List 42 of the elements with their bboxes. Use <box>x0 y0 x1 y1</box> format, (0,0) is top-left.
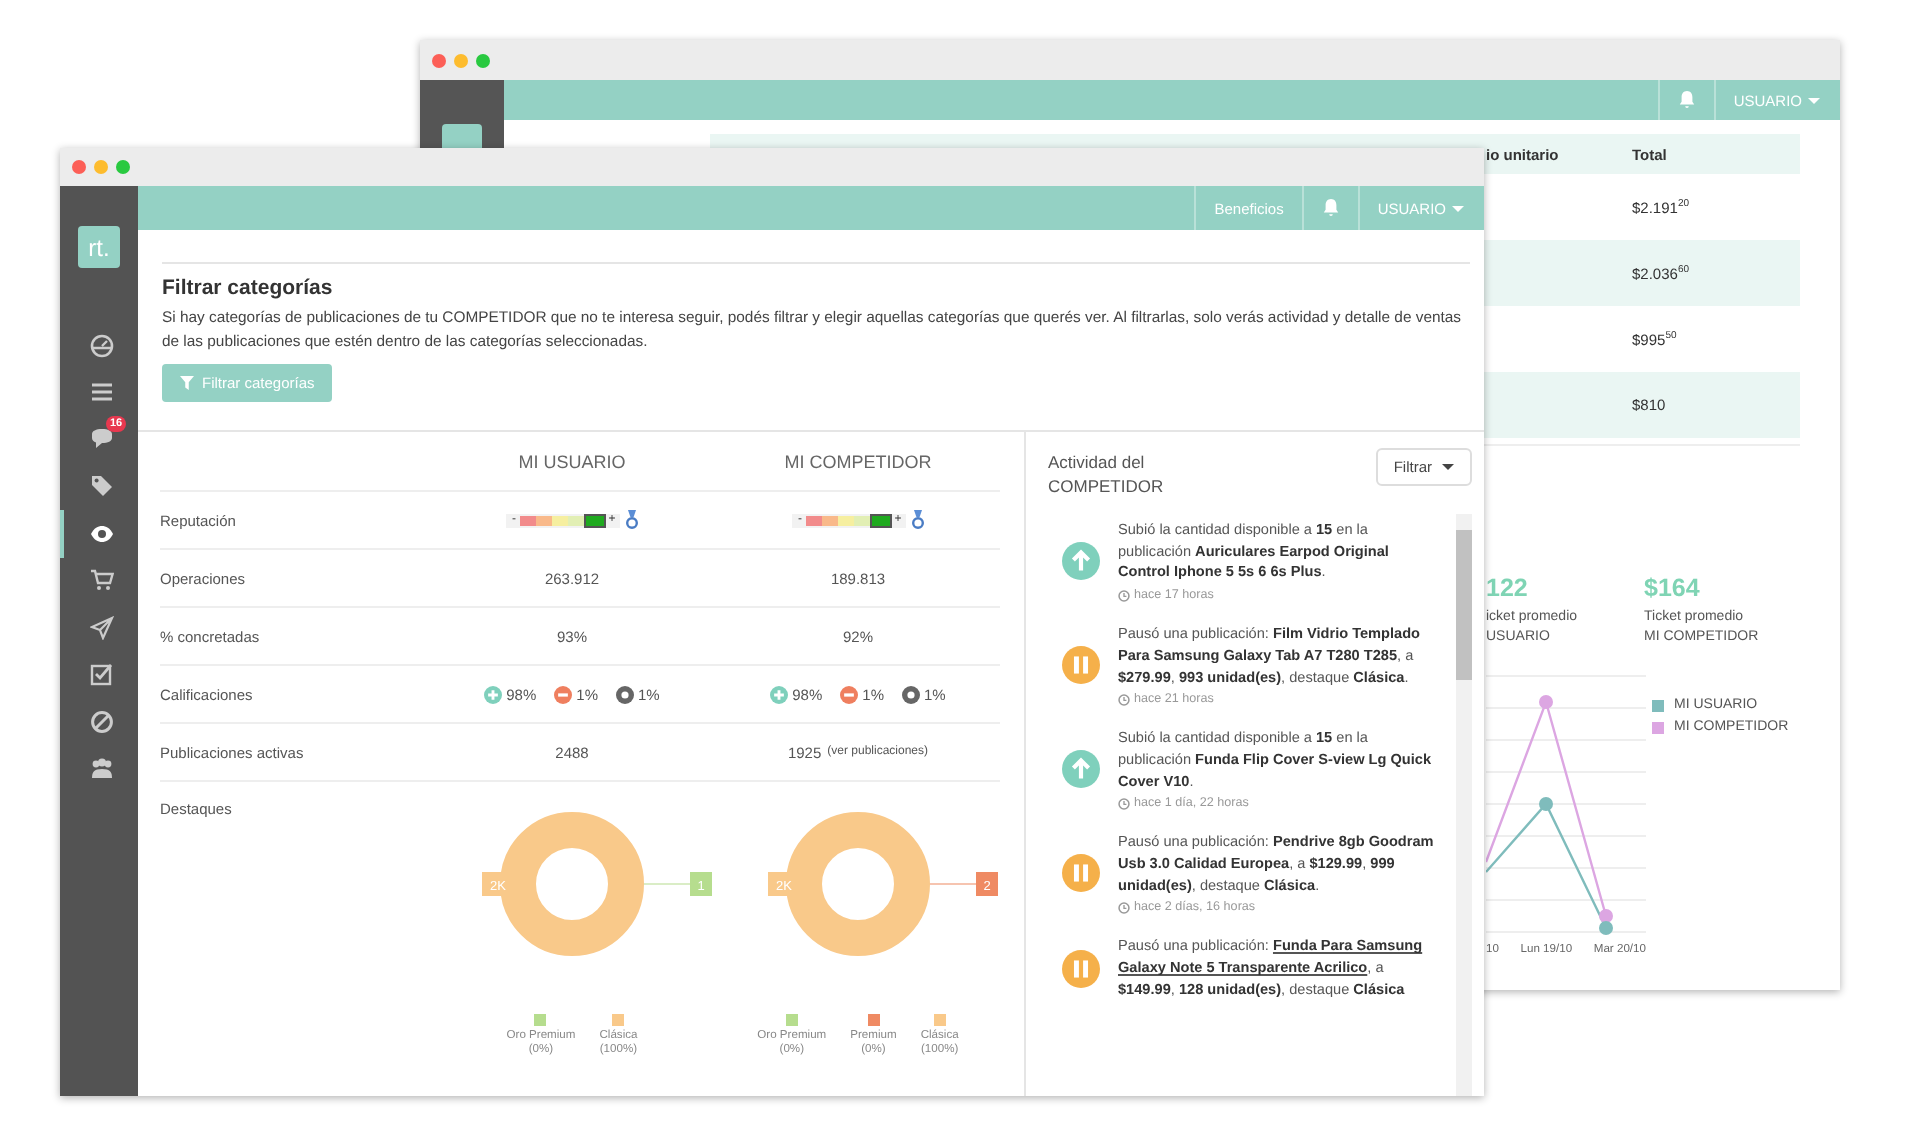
clock-icon <box>1118 901 1130 914</box>
ban-icon <box>89 709 113 734</box>
column-header: MI COMPETIDOR <box>782 451 934 471</box>
panel-title: Actividad del COMPETIDOR <box>1048 450 1166 498</box>
medal-icon <box>626 510 638 530</box>
gauge-icon <box>89 333 113 358</box>
minimize-dot[interactable] <box>94 160 108 174</box>
arrow-up-icon <box>1062 750 1100 789</box>
medal-icon <box>912 510 924 530</box>
chat-icon <box>89 427 113 452</box>
stat-value: 122 <box>1486 574 1530 602</box>
plus-icon <box>484 685 503 703</box>
users-icon <box>89 756 113 781</box>
scrollbar[interactable] <box>1456 514 1472 1096</box>
minimize-dot[interactable] <box>454 53 468 67</box>
maximize-dot[interactable] <box>116 160 130 174</box>
pause-icon <box>1062 646 1100 685</box>
pause-icon <box>1062 949 1100 988</box>
eye-icon <box>89 521 113 546</box>
close-dot[interactable] <box>72 160 86 174</box>
arrow-up-icon <box>1062 542 1100 581</box>
logo[interactable]: rt. <box>78 226 120 268</box>
filter-icon <box>180 376 194 390</box>
tag-icon <box>89 474 113 499</box>
checkbox-icon <box>89 662 113 687</box>
ring-icon <box>616 685 634 703</box>
pause-icon <box>1062 854 1100 893</box>
stat-value: $164 <box>1644 574 1702 602</box>
plus-icon <box>770 685 789 703</box>
clock-icon <box>1118 797 1130 810</box>
close-dot[interactable] <box>432 53 446 67</box>
clock-icon <box>1118 693 1130 706</box>
cart-icon <box>89 568 113 593</box>
section-title: Filtrar categorías <box>162 276 335 300</box>
column-header: MI USUARIO <box>516 451 628 471</box>
maximize-dot[interactable] <box>476 53 490 67</box>
ring-icon <box>902 685 920 703</box>
paper-plane-icon <box>89 615 113 640</box>
minus-icon <box>840 685 859 703</box>
minus-icon <box>554 685 573 703</box>
menu-icon <box>89 380 113 405</box>
clock-icon <box>1118 589 1130 602</box>
